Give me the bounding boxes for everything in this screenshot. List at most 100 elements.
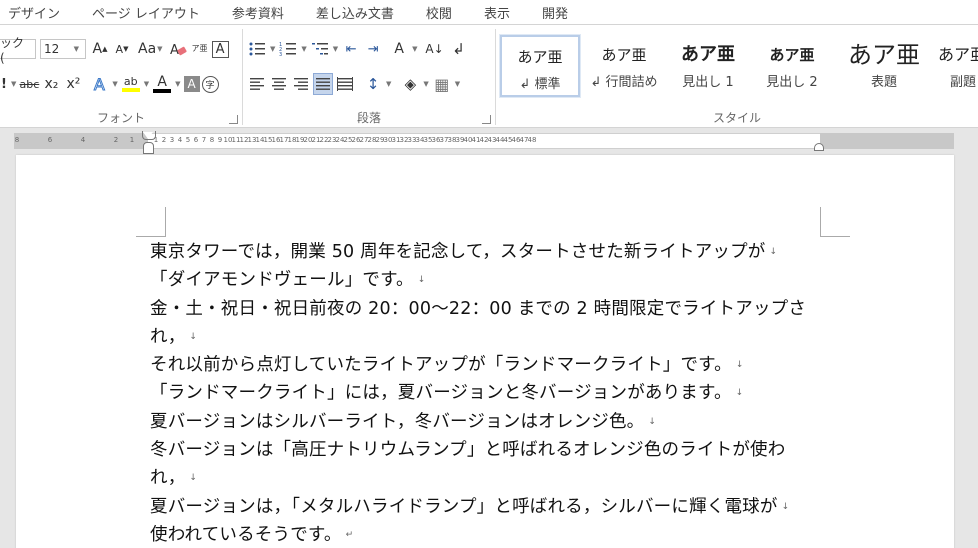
tab-page-layout[interactable]: ページ レイアウト bbox=[76, 3, 216, 22]
tab-view[interactable]: 表示 bbox=[468, 3, 526, 22]
style-heading-1[interactable]: あア亜 見出し 1 bbox=[668, 35, 748, 97]
tab-references[interactable]: 参考資料 bbox=[216, 3, 300, 22]
text-line[interactable]: 「ランドマークライト」には，夏バージョンと冬バージョンがあります。 ↓ bbox=[150, 379, 850, 407]
style-name: ↲ 標準 bbox=[519, 77, 561, 92]
chevron-down-icon: ▼ bbox=[112, 80, 118, 88]
style-no-spacing[interactable]: あア亜 ↲ 行間詰め bbox=[584, 35, 664, 97]
chevron-down-icon: ▼ bbox=[423, 80, 429, 88]
line-break-mark: ↓ bbox=[648, 416, 657, 427]
text-line[interactable]: それ以前から点灯していたライトアップが「ランドマークライト」です。 ↓ bbox=[150, 351, 850, 379]
font-dialog-launcher-icon[interactable] bbox=[229, 115, 238, 124]
ruler-number: 45 bbox=[503, 136, 513, 144]
align-right-glyph bbox=[294, 78, 308, 90]
increase-indent-icon[interactable]: ⇥ bbox=[363, 38, 383, 60]
ruler-number: 8 bbox=[14, 136, 20, 144]
ruler-number: 6 bbox=[47, 136, 53, 144]
crop-mark bbox=[820, 207, 850, 237]
style-normal[interactable]: あア亜 ↲ 標準 bbox=[499, 34, 581, 98]
line-text: 「ランドマークライト」には，夏バージョンと冬バージョンがあります。 bbox=[150, 383, 732, 404]
decrease-indent-icon[interactable]: ⇤ bbox=[341, 38, 361, 60]
text-line[interactable]: 「ダイアモンドヴェール」です。 ↓ bbox=[150, 266, 850, 294]
line-text: 「ダイアモンドヴェール」です。 bbox=[150, 270, 414, 291]
ruler-number: 31 bbox=[391, 136, 401, 144]
chevron-down-icon: ▼ bbox=[454, 80, 461, 88]
ruler-number: 19 bbox=[295, 136, 305, 144]
text-line[interactable]: 冬バージョンは「高圧ナトリウムランプ」と呼ばれるオレンジ色のライトが使わ bbox=[150, 436, 850, 464]
text-line[interactable]: 使われているそうです。 ↵ bbox=[150, 521, 850, 548]
font-size-box[interactable]: 12 ▼ bbox=[40, 39, 86, 59]
character-border-icon[interactable]: A bbox=[211, 40, 229, 58]
font-name-box[interactable]: ック ( bbox=[0, 36, 36, 65]
ribbon: ック ( 12 ▼ A▲ A▼ Aa▼ A ア亜 A ! ▼ abc x₂ bbox=[0, 24, 978, 128]
text-line[interactable]: 東京タワーでは，開業 50 周年を記念して，スタートさせた新ライトアップが ↓ bbox=[150, 238, 850, 266]
character-scaling-icon[interactable]: A bbox=[389, 38, 409, 60]
style-sample: あア亜 bbox=[517, 48, 563, 66]
hanging-indent-marker[interactable] bbox=[143, 142, 154, 154]
font-group-label: フォント bbox=[96, 111, 145, 125]
chevron-down-icon: ▼ bbox=[332, 45, 339, 53]
style-subtitle[interactable]: あア亜 副題 bbox=[936, 35, 978, 97]
superscript-icon[interactable]: x² bbox=[63, 73, 83, 95]
underline-icon[interactable]: ! bbox=[0, 73, 8, 95]
subscript-icon[interactable]: x₂ bbox=[41, 73, 61, 95]
sort-icon[interactable]: A↓ bbox=[425, 38, 445, 60]
highlight-icon[interactable]: ab bbox=[121, 73, 141, 95]
text-line[interactable]: 金・土・祝日・祝日前夜の 20：00〜22：00 までの 2 時間限定でライトア… bbox=[150, 295, 850, 323]
line-break-mark: ↓ bbox=[735, 388, 744, 399]
text-effects-icon[interactable]: A bbox=[89, 73, 109, 95]
text-line[interactable]: 夏バージョンは，「メタルハライドランプ」と呼ばれる，シルバーに輝く電球が ↓ bbox=[150, 493, 850, 521]
document-page[interactable]: 東京タワーでは，開業 50 周年を記念して，スタートさせた新ライトアップが ↓ 「… bbox=[16, 155, 954, 548]
character-border-label: A bbox=[215, 41, 225, 57]
align-left-icon[interactable] bbox=[247, 73, 267, 95]
line-break-mark: ↓ bbox=[781, 501, 790, 512]
justify-icon[interactable] bbox=[313, 73, 333, 95]
grow-font-icon[interactable]: A ▲ bbox=[90, 38, 110, 60]
distributed-glyph bbox=[337, 77, 353, 91]
shrink-font-icon[interactable]: A ▼ bbox=[112, 38, 132, 60]
ruler-number: 3 bbox=[169, 136, 175, 144]
multilevel-list-icon[interactable] bbox=[310, 38, 330, 60]
line-spacing-icon[interactable]: ↕ bbox=[363, 73, 383, 95]
tab-developer[interactable]: 開発 bbox=[526, 3, 584, 22]
tab-design[interactable]: デザイン bbox=[0, 3, 76, 22]
character-shading-icon[interactable]: A bbox=[183, 76, 200, 92]
paragraph-dialog-launcher-icon[interactable] bbox=[482, 115, 491, 124]
shading-label: ◈ bbox=[404, 75, 417, 93]
style-heading-2[interactable]: あア亜 見出し 2 bbox=[752, 35, 832, 97]
bullets-icon[interactable] bbox=[247, 38, 267, 60]
ruler-number: 11 bbox=[231, 136, 241, 144]
increase-indent-label: ⇥ bbox=[367, 41, 379, 57]
numbering-icon[interactable]: 123 bbox=[278, 38, 298, 60]
text-line[interactable]: れ， ↓ bbox=[150, 323, 850, 351]
line-break-mark: ↓ bbox=[735, 360, 744, 371]
font-color-icon[interactable]: A bbox=[152, 73, 172, 95]
ruler-number: 4 bbox=[177, 136, 183, 144]
svg-text:3: 3 bbox=[279, 52, 282, 57]
shading-icon[interactable]: ◈ bbox=[400, 73, 420, 95]
edit-mark-icon[interactable]: ↲ bbox=[449, 38, 469, 60]
line-text: 使われているそうです。 bbox=[150, 525, 342, 546]
document-body[interactable]: 東京タワーでは，開業 50 周年を記念して，スタートさせた新ライトアップが ↓ 「… bbox=[150, 238, 850, 548]
borders-icon[interactable]: ▦ bbox=[432, 73, 452, 95]
align-center-icon[interactable] bbox=[269, 73, 289, 95]
font-group: ック ( 12 ▼ A▲ A▼ Aa▼ A ア亜 A ! ▼ abc x₂ bbox=[0, 25, 242, 128]
clear-formatting-icon[interactable]: A bbox=[168, 38, 188, 60]
align-right-icon[interactable] bbox=[291, 73, 311, 95]
text-line[interactable]: 夏バージョンはシルバーライト，冬バージョンはオレンジ色。 ↓ bbox=[150, 408, 850, 436]
change-case-icon[interactable]: Aa ▼ bbox=[138, 38, 166, 60]
chevron-down-icon: ▼ bbox=[157, 45, 163, 53]
tab-mailings[interactable]: 差し込み文書 bbox=[300, 3, 410, 22]
sort-label: A↓ bbox=[425, 42, 444, 56]
enclose-characters-icon[interactable]: 字 bbox=[201, 75, 219, 93]
text-line[interactable]: れ， ↓ bbox=[150, 464, 850, 492]
edit-mark-label: ↲ bbox=[452, 40, 465, 58]
right-indent-marker[interactable] bbox=[814, 143, 824, 151]
style-title[interactable]: あア亜 表題 bbox=[836, 35, 932, 97]
change-case-label: Aa bbox=[138, 41, 157, 57]
subscript-label: x₂ bbox=[44, 76, 59, 92]
first-line-indent-marker[interactable] bbox=[142, 131, 156, 140]
phonetic-guide-icon[interactable]: ア亜 bbox=[190, 38, 210, 60]
strikethrough-icon[interactable]: abc bbox=[19, 73, 40, 95]
tab-review[interactable]: 校閲 bbox=[410, 3, 468, 22]
distributed-icon[interactable] bbox=[335, 73, 355, 95]
